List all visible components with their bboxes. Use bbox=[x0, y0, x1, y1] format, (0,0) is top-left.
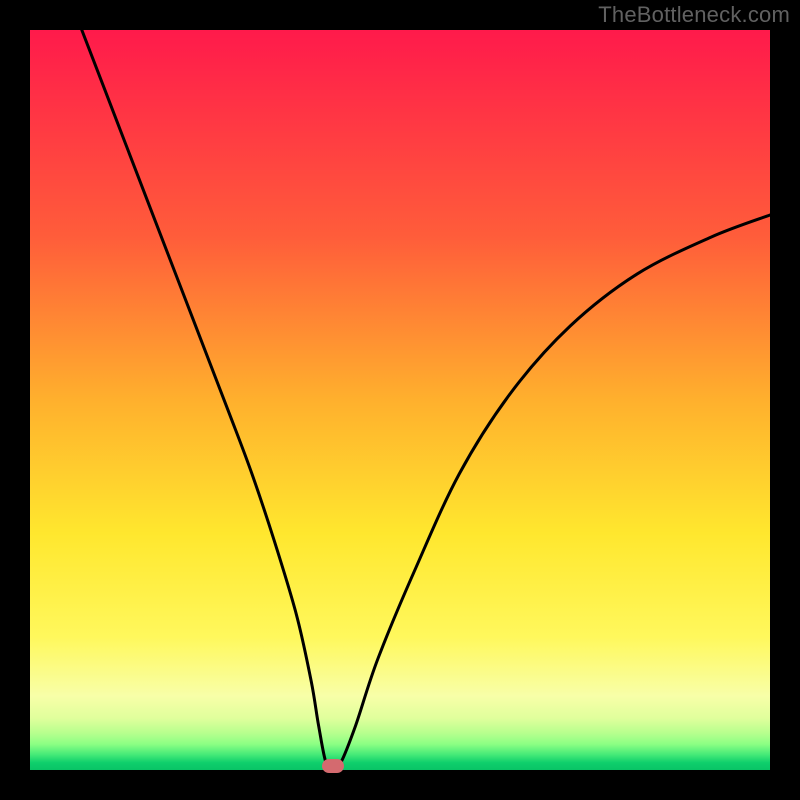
plot-area bbox=[30, 30, 770, 770]
minimum-marker bbox=[322, 759, 344, 773]
bottleneck-curve bbox=[82, 30, 770, 767]
curve-svg bbox=[30, 30, 770, 770]
watermark-text: TheBottleneck.com bbox=[598, 2, 790, 28]
